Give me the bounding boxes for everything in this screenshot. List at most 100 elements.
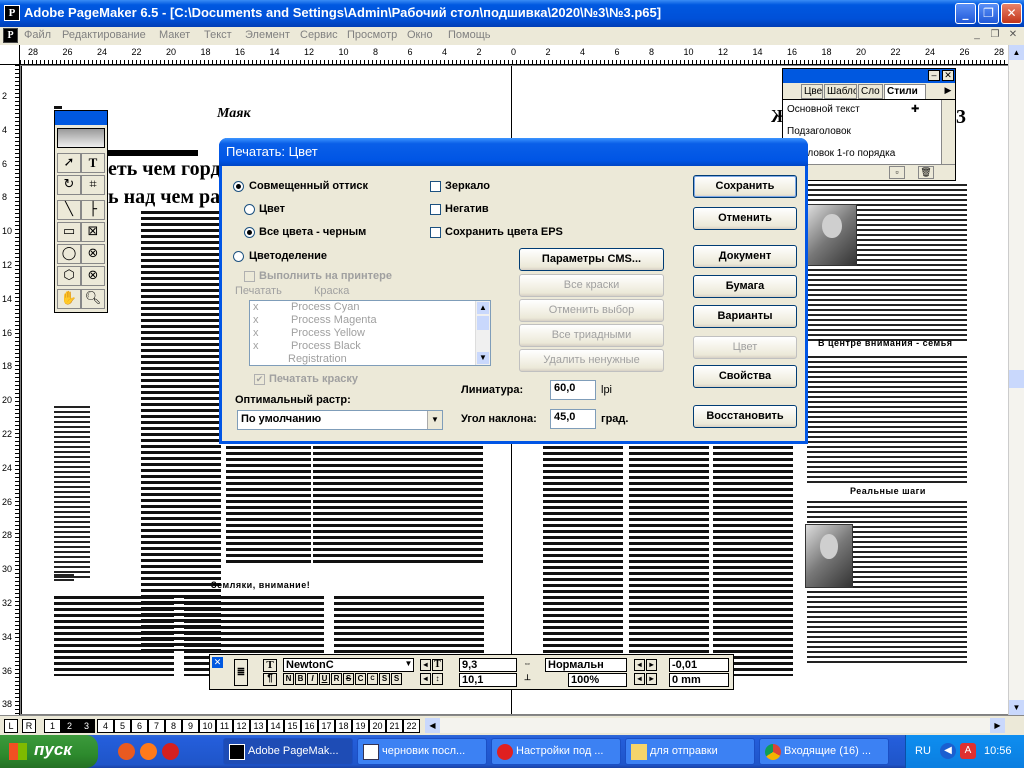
ink-name[interactable]: Process Yellow — [291, 327, 365, 339]
kern-nudge-icon[interactable]: ◂ — [634, 659, 645, 671]
scroll-right-icon[interactable]: ▶ — [990, 718, 1005, 733]
doc-restore-button[interactable]: ❐ — [988, 29, 1002, 42]
restore-button[interactable]: ❐ — [978, 3, 999, 24]
quicklaunch-app-icon[interactable] — [118, 743, 135, 760]
type-style-subscript[interactable]: S — [391, 673, 402, 685]
all-black-label[interactable]: Все цвета - черным — [259, 226, 366, 238]
remove-unused-button[interactable]: Удалить ненужные — [519, 349, 664, 372]
polygon-frame-tool-icon[interactable]: ⊗ — [81, 266, 105, 286]
size-nudge-icon[interactable]: ◂ — [420, 659, 431, 671]
menu-view[interactable]: Просмотр — [347, 29, 397, 41]
minimize-button[interactable]: _ — [955, 3, 976, 24]
type-style-small-caps[interactable]: C — [367, 673, 378, 685]
tab-master-pages[interactable]: Шабло — [824, 84, 857, 99]
page-icon-7[interactable]: 7 — [148, 719, 165, 733]
cms-settings-button[interactable]: Параметры CMS... — [519, 248, 664, 271]
task-word[interactable]: черновик посл... — [357, 738, 487, 765]
trash-icon[interactable]: 🗑︎ — [918, 166, 934, 179]
page-icon-4[interactable]: 4 — [97, 719, 114, 733]
control-palette-close-icon[interactable]: ✕ — [212, 657, 223, 668]
mirror-checkbox[interactable] — [430, 181, 441, 192]
color-button[interactable]: Цвет — [693, 336, 797, 359]
menu-type[interactable]: Текст — [204, 29, 232, 41]
master-page-right[interactable]: R — [22, 719, 36, 733]
doc-close-button[interactable]: ✕ — [1006, 29, 1020, 42]
ink-list-scrollbar[interactable]: ▲ ▼ — [475, 301, 490, 365]
all-process-button[interactable]: Все триадными — [519, 324, 664, 347]
start-button[interactable]: пуск — [0, 735, 98, 768]
ink-name[interactable]: Registration — [288, 353, 347, 365]
type-style-reverse[interactable]: R — [331, 673, 342, 685]
menu-file[interactable]: Файл — [24, 29, 51, 41]
ellipse-frame-tool-icon[interactable]: ⊗ — [81, 244, 105, 264]
scroll-up-icon[interactable]: ▲ — [477, 302, 489, 314]
rectangle-frame-tool-icon[interactable]: ⊠ — [81, 222, 105, 242]
rotate-tool-icon[interactable]: ↻ — [57, 175, 81, 195]
all-to-process-button[interactable]: Все краски — [519, 274, 664, 297]
color-radio[interactable] — [244, 204, 255, 215]
scroll-up-icon[interactable]: ▲ — [1009, 45, 1024, 60]
kern-icon[interactable]: ▸ — [646, 659, 657, 671]
cancel-button[interactable]: Отменить — [693, 207, 797, 230]
page-icon-15[interactable]: 15 — [284, 719, 301, 733]
size-input[interactable]: 9,3 — [459, 658, 517, 672]
page-icon-9[interactable]: 9 — [182, 719, 199, 733]
pagemaker-app-icon[interactable]: P — [4, 5, 20, 21]
opera-icon[interactable] — [162, 743, 179, 760]
line-tool-icon[interactable]: ╲ — [57, 200, 81, 220]
close-button[interactable]: ✕ — [1001, 3, 1022, 24]
ruler-origin[interactable] — [0, 45, 20, 65]
type-style-superscript[interactable]: S — [379, 673, 390, 685]
toolbox-palette[interactable]: ➚ T ↻ ⌗ ╲ ├ ▭ ⊠ ◯ ⊗ ⬡ ⊗ ✋ 🔍︎ — [54, 110, 108, 313]
constrained-line-tool-icon[interactable]: ├ — [81, 200, 105, 220]
tracking-icon[interactable]: ⇔ — [522, 659, 533, 671]
menu-window[interactable]: Окно — [407, 29, 433, 41]
revert-selection-button[interactable]: Отменить выбор — [519, 299, 664, 322]
type-style-strikethrough[interactable]: S — [343, 673, 354, 685]
menu-layout[interactable]: Макет — [159, 29, 190, 41]
doc-minimize-button[interactable]: _ — [970, 29, 984, 42]
master-page-left[interactable]: L — [4, 719, 18, 733]
print-color-dialog[interactable]: Печатать: Цвет Совмещенный оттиск Цвет В… — [219, 138, 808, 444]
ellipse-tool-icon[interactable]: ◯ — [57, 244, 81, 264]
ink-list[interactable]: x Process Cyan x Process Magenta x Proce… — [249, 300, 491, 366]
scroll-thumb[interactable] — [477, 316, 489, 330]
optimal-screen-select[interactable]: По умолчанию ▼ — [237, 410, 443, 430]
scroll-thumb[interactable] — [1009, 370, 1024, 388]
negative-checkbox[interactable] — [430, 204, 441, 215]
dialog-title[interactable]: Печатать: Цвет — [219, 138, 808, 166]
zoom-tool-icon[interactable]: 🔍︎ — [81, 289, 105, 309]
page-icon-22[interactable]: 22 — [403, 719, 420, 733]
clock[interactable]: 10:56 — [984, 745, 1012, 757]
font-size-icon[interactable]: T — [432, 659, 443, 671]
vertical-ruler[interactable]: 2 4 6 8 10 12 14 16 18 20 22 24 26 28 30 32 34 36 38 — [0, 65, 20, 715]
pointer-tool-icon[interactable]: ➚ — [57, 153, 81, 173]
text-tool-icon[interactable]: T — [81, 153, 105, 173]
page-icon-20[interactable]: 20 — [369, 719, 386, 733]
preserve-eps-label[interactable]: Сохранить цвета EPS — [445, 226, 563, 238]
page-icon-16[interactable]: 16 — [301, 719, 318, 733]
type-style-italic[interactable]: I — [307, 673, 318, 685]
menu-element[interactable]: Элемент — [245, 29, 290, 41]
palette-close-icon[interactable]: ✕ — [942, 70, 954, 81]
page-icon-21[interactable]: 21 — [386, 719, 403, 733]
page-icon-18[interactable]: 18 — [335, 719, 352, 733]
baseline-input[interactable]: 0 mm — [669, 673, 729, 687]
page-icon-13[interactable]: 13 — [250, 719, 267, 733]
task-opera[interactable]: Настройки под ... — [491, 738, 621, 765]
all-black-radio[interactable] — [244, 227, 255, 238]
baseline-nudge-icon[interactable]: ◂ — [634, 673, 645, 685]
menu-edit[interactable]: Редактирование — [62, 29, 146, 41]
task-chrome[interactable]: Входящие (16) ... — [759, 738, 889, 765]
properties-button[interactable]: Свойства — [693, 365, 797, 388]
style-item-body[interactable]: Основной текст — [787, 104, 860, 115]
color-label[interactable]: Цвет — [259, 203, 285, 215]
width-select[interactable]: 100% — [568, 673, 627, 687]
leading-nudge-icon[interactable]: ◂ — [420, 673, 431, 685]
styles-palette[interactable]: – ✕ Цвет Шабло Сло Стили ▶ Основной текс… — [782, 68, 956, 181]
chevron-down-icon[interactable]: ▼ — [403, 659, 414, 671]
control-palette[interactable]: ✕ ≣ T ¶ NewtonC ▼ N B I U R S C C S S ◂ … — [209, 654, 734, 690]
in-rip-checkbox[interactable] — [244, 271, 255, 282]
style-item-subheading[interactable]: Подзаголовок — [787, 126, 851, 137]
kern-input[interactable]: -0,01 — [669, 658, 729, 672]
